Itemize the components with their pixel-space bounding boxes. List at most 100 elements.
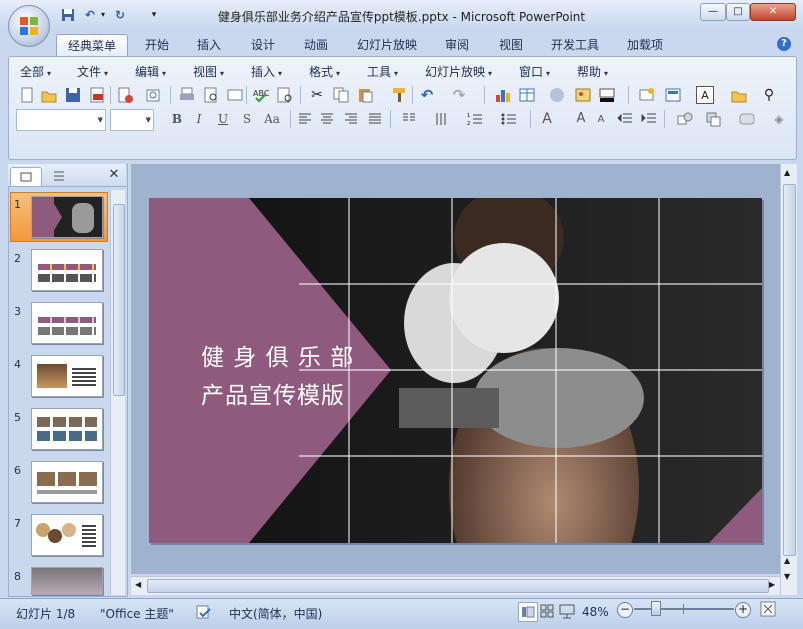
color-fill-icon[interactable] [598, 86, 616, 104]
text-direction-icon[interactable] [432, 110, 450, 128]
bullets-icon[interactable] [500, 110, 518, 128]
menu-tools[interactable]: 工具 ▾ [367, 64, 398, 80]
slide-thumbnail-7[interactable] [31, 514, 103, 556]
research-icon[interactable] [276, 86, 294, 104]
zoom-slider-thumb[interactable] [651, 601, 661, 616]
italic-button[interactable]: I [190, 110, 208, 128]
align-center-icon[interactable] [318, 110, 336, 128]
slide-thumbnail-2[interactable] [31, 249, 103, 291]
tab-slideshow[interactable]: 幻灯片放映 [350, 34, 424, 56]
slide-thumbnail-5[interactable] [31, 408, 103, 450]
tab-addins[interactable]: 加载项 [620, 34, 670, 56]
scrollbar-thumb[interactable] [147, 579, 769, 593]
cut-icon[interactable]: ✂ [308, 86, 326, 104]
paste-icon[interactable] [356, 86, 374, 104]
grow-font-icon[interactable]: A [572, 110, 590, 128]
slide-thumbnail-1[interactable] [31, 196, 103, 238]
slide-title-line-1[interactable]: 健 身 俱 乐 部 [201, 338, 354, 372]
new-document-icon[interactable] [18, 86, 36, 104]
numbering-icon[interactable]: 12 [466, 110, 484, 128]
thumbnail-scrollbar[interactable] [110, 190, 125, 595]
slide-sorter-view-icon[interactable] [538, 602, 556, 620]
table-icon[interactable] [518, 86, 536, 104]
slides-tab[interactable] [10, 167, 42, 186]
shapes-icon[interactable] [676, 110, 694, 128]
format-painter-icon[interactable] [390, 86, 408, 104]
permission-icon[interactable] [116, 86, 134, 104]
search-icon[interactable]: ⚲ [760, 86, 778, 104]
tab-insert[interactable]: 插入 [190, 34, 228, 56]
menu-edit[interactable]: 编辑 ▾ [135, 64, 166, 80]
slide-title-line-2[interactable]: 产品宣传模版 [201, 376, 345, 410]
undo-icon[interactable]: ↶ [418, 86, 436, 104]
scrollbar-thumb[interactable] [113, 204, 125, 396]
slide-thumbnail-8[interactable] [31, 567, 103, 595]
redo-icon[interactable]: ↷ [450, 86, 468, 104]
menu-format[interactable]: 格式 ▾ [309, 64, 340, 80]
quick-styles-icon[interactable] [738, 110, 756, 128]
menu-help[interactable]: 帮助 ▾ [577, 64, 608, 80]
tab-design[interactable]: 设计 [244, 34, 282, 56]
tab-review[interactable]: 审阅 [438, 34, 476, 56]
folder-icon[interactable] [730, 86, 748, 104]
menu-insert[interactable]: 插入 ▾ [251, 64, 282, 80]
theme-name[interactable]: "Office 主题" [100, 605, 174, 622]
decrease-indent-icon[interactable] [616, 110, 634, 128]
new-slide-icon[interactable] [638, 86, 656, 104]
menu-all[interactable]: 全部 ▾ [20, 64, 51, 80]
normal-view-icon[interactable] [518, 602, 538, 622]
chart-icon[interactable] [494, 86, 512, 104]
slide-vertical-scrollbar[interactable]: ▲ ▲ ▼ [780, 164, 797, 595]
slide-thumbnail-6[interactable] [31, 461, 103, 503]
columns-icon[interactable] [400, 110, 418, 128]
shape-fill-icon[interactable]: ◈ [770, 110, 788, 128]
zoom-slider-track[interactable] [634, 608, 734, 610]
clipart-icon[interactable] [548, 86, 566, 104]
underline-button[interactable]: U [214, 110, 232, 128]
office-button[interactable] [8, 5, 50, 47]
tab-developer[interactable]: 开发工具 [544, 34, 606, 56]
change-case-button[interactable]: Aa [260, 110, 284, 128]
language-indicator[interactable]: 中文(简体，中国) [229, 605, 322, 622]
minimize-button[interactable]: — [700, 3, 726, 21]
font-color-icon[interactable]: A [538, 110, 556, 128]
slideshow-view-icon[interactable] [558, 602, 576, 620]
arrange-icon[interactable] [704, 110, 722, 128]
scroll-left-icon[interactable]: ◀ [135, 580, 141, 589]
tab-home[interactable]: 开始 [138, 34, 176, 56]
slide-horizontal-scrollbar[interactable]: ◀ ▶ [131, 576, 780, 595]
save-icon[interactable] [64, 86, 82, 104]
current-slide[interactable]: 健 身 俱 乐 部 产品宣传模版 [149, 198, 762, 543]
shadow-button[interactable]: S [238, 110, 256, 128]
slide-thumbnail-4[interactable] [31, 355, 103, 397]
next-slide-icon[interactable]: ▼ [784, 572, 790, 581]
spelling-check-icon[interactable] [196, 604, 212, 620]
align-left-icon[interactable] [296, 110, 314, 128]
close-icon[interactable]: ✕ [106, 167, 122, 183]
slide-thumbnail-3[interactable] [31, 302, 103, 344]
fit-to-window-icon[interactable] [760, 601, 776, 617]
menu-window[interactable]: 窗口 ▾ [519, 64, 550, 80]
align-right-icon[interactable] [342, 110, 360, 128]
tab-view[interactable]: 视图 [492, 34, 530, 56]
outline-tab[interactable] [44, 167, 74, 185]
zoom-in-icon[interactable]: + [735, 602, 751, 618]
tab-classic-menu[interactable]: 经典菜单 [56, 34, 128, 57]
maximize-button[interactable]: □ [726, 3, 750, 21]
page-setup-icon[interactable] [226, 86, 244, 104]
zoom-level[interactable]: 48% [582, 605, 609, 619]
open-folder-icon[interactable] [40, 86, 58, 104]
justify-icon[interactable] [366, 110, 384, 128]
menu-file[interactable]: 文件 ▾ [77, 64, 108, 80]
shrink-font-icon[interactable]: A [592, 110, 610, 128]
spelling-icon[interactable]: ABC [252, 86, 270, 104]
print-icon[interactable] [178, 86, 196, 104]
picture-icon[interactable] [574, 86, 592, 104]
font-name-select[interactable]: ▼ [16, 109, 106, 131]
increase-indent-icon[interactable] [640, 110, 658, 128]
scrollbar-thumb[interactable] [783, 184, 796, 556]
zoom-out-icon[interactable]: − [617, 602, 633, 618]
textbox-icon[interactable]: A [696, 86, 714, 104]
layout-icon[interactable] [664, 86, 682, 104]
menu-slideshow[interactable]: 幻灯片放映 ▾ [425, 64, 492, 80]
